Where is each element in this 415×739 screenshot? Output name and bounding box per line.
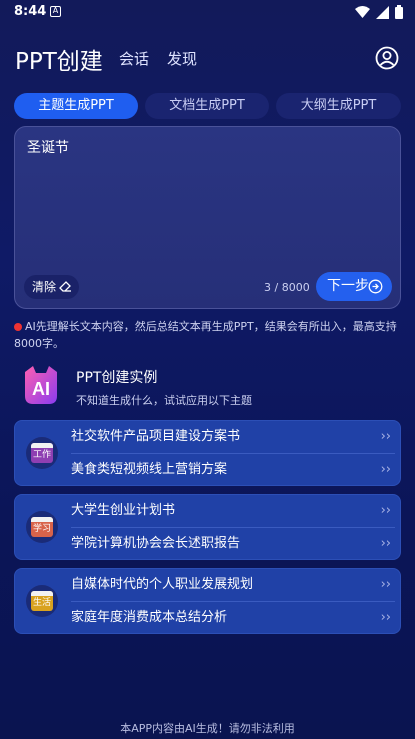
notification-icon: A: [50, 6, 61, 17]
calendar-work-icon: 工作: [26, 437, 58, 469]
example-item[interactable]: 社交软件产品项目建设方案书 ››: [71, 421, 395, 453]
example-card-study: 学习 大学生创业计划书 ›› 学院计算机协会会长述职报告 ››: [14, 494, 401, 560]
footer-disclaimer: 本APP内容由AI生成！请勿非法利用: [120, 722, 295, 735]
example-item[interactable]: 家庭年度消费成本总结分析 ››: [71, 602, 395, 634]
arrow-right-circle-icon: [368, 279, 383, 294]
tab-discover[interactable]: 发现: [167, 48, 197, 69]
card-tag: 工作: [32, 450, 51, 460]
char-counter: 3 / 8000: [264, 281, 310, 294]
chevron-right-icon: ››: [380, 462, 391, 477]
examples-subtitle: 不知道生成什么，试试应用以下主题: [76, 394, 252, 407]
example-card-life: 生活 自媒体时代的个人职业发展规划 ›› 家庭年度消费成本总结分析 ››: [14, 568, 401, 634]
example-item[interactable]: 美食类短视频线上营销方案 ››: [71, 454, 395, 486]
calendar-life-icon: 生活: [26, 585, 58, 617]
clear-button[interactable]: 清除: [24, 275, 79, 299]
ai-logo-text: AI: [32, 379, 50, 399]
app-header: PPT创建 会话 发现: [0, 40, 415, 76]
warning-icon: [14, 323, 22, 331]
ai-logo-icon: AI: [25, 366, 57, 404]
examples-header: AI PPT创建实例 不知道生成什么，试试应用以下主题: [19, 362, 399, 410]
tab-outline-ppt[interactable]: 大纲生成PPT: [276, 93, 401, 119]
topic-input-value[interactable]: 圣诞节: [27, 137, 69, 157]
eraser-icon: [59, 281, 71, 292]
notice-text: AI先理解长文本内容，然后总结文本再生成PPT，结果会有所出入，最高支持8000…: [14, 318, 401, 352]
next-step-label: 下一步: [327, 278, 369, 294]
tab-document-ppt[interactable]: 文档生成PPT: [145, 93, 269, 119]
example-item-label: 美食类短视频线上营销方案: [71, 462, 228, 477]
notice-label: AI先理解长文本内容，然后总结文本再生成PPT，结果会有所出入，最高支持8000…: [14, 320, 397, 350]
status-bar: 8:44 A: [0, 0, 415, 24]
card-tag: 生活: [32, 598, 51, 608]
tab-chat[interactable]: 会话: [119, 48, 149, 69]
example-item[interactable]: 学院计算机协会会长述职报告 ››: [71, 528, 395, 560]
example-item-label: 社交软件产品项目建设方案书: [71, 429, 241, 444]
card-tag: 学习: [32, 524, 51, 534]
chevron-right-icon: ››: [380, 503, 391, 518]
topic-input-box[interactable]: 圣诞节 清除 3 / 8000 下一步: [14, 126, 401, 309]
chevron-right-icon: ››: [380, 577, 391, 592]
example-item-label: 家庭年度消费成本总结分析: [71, 610, 228, 625]
example-item-label: 学院计算机协会会长述职报告: [71, 536, 241, 551]
clear-button-label: 清除: [32, 280, 57, 294]
battery-icon: [395, 5, 403, 19]
chevron-right-icon: ››: [380, 536, 391, 551]
example-card-work: 工作 社交软件产品项目建设方案书 ›› 美食类短视频线上营销方案 ››: [14, 420, 401, 486]
example-item[interactable]: 大学生创业计划书 ››: [71, 495, 395, 527]
chevron-right-icon: ››: [380, 429, 391, 444]
status-icons: [355, 5, 403, 19]
signal-icon: [376, 5, 389, 19]
user-circle-icon[interactable]: [375, 46, 399, 70]
tab-topic-ppt[interactable]: 主题生成PPT: [14, 93, 138, 119]
example-item[interactable]: 自媒体时代的个人职业发展规划 ››: [71, 569, 395, 601]
wifi-icon: [355, 6, 370, 18]
calendar-study-icon: 学习: [26, 511, 58, 543]
examples-title: PPT创建实例: [76, 370, 158, 386]
chevron-right-icon: ››: [380, 610, 391, 625]
mode-tabs: 主题生成PPT 文档生成PPT 大纲生成PPT: [14, 93, 401, 119]
status-time: 8:44: [14, 4, 47, 19]
example-item-label: 大学生创业计划书: [71, 503, 176, 518]
app-title: PPT创建: [15, 49, 103, 75]
next-step-button[interactable]: 下一步: [316, 272, 392, 301]
example-item-label: 自媒体时代的个人职业发展规划: [71, 577, 254, 592]
